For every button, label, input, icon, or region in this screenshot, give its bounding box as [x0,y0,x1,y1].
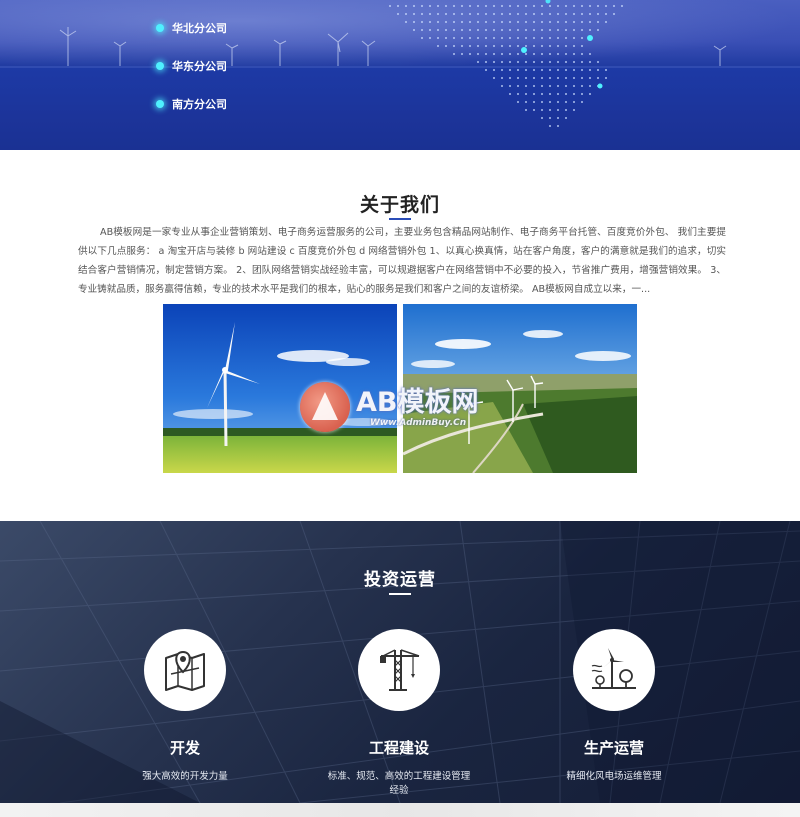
card-subtitle: 标准、规范、高效的工程建设管理经验 [327,771,471,796]
about-section: 关于我们 AB模板网是一家专业从事企业营销策划、电子商务运营服务的公司，主要业务… [0,150,800,521]
card-operation[interactable]: 生产运营 精细化风电场运维管理 [539,629,689,782]
wind-farm-photo-right[interactable] [403,304,637,473]
branch-label: 南方分公司 [172,98,227,111]
wind-turbine-photo-left[interactable] [163,304,397,473]
glow-dot-icon [156,62,164,70]
about-description[interactable]: AB模板网是一家专业从事企业营销策划、电子商务运营服务的公司，主要业务包含精品网… [78,223,726,299]
card-subtitle: 强大高效的开发力量 [142,771,228,782]
section-title: 投资运营 [364,570,436,590]
branch-label: 华北分公司 [172,22,227,35]
tower-crane-icon [380,649,420,691]
banner-decoration [0,0,800,127]
section-title: 关于我们 [359,194,440,216]
card-title: 开发 [169,739,200,757]
glow-dot-icon [156,100,164,108]
map-pin-icon [165,650,205,691]
card-title: 生产运营 [583,739,644,757]
title-underline [389,218,411,220]
next-section-edge [0,803,800,817]
glow-dot-icon [156,24,164,32]
card-development[interactable]: 开发 强大高效的开发力量 [110,629,260,782]
wind-turbine-icon [591,648,636,689]
branch-list: 华北分公司 华东分公司 南方分公司 [156,9,227,123]
branch-item-east[interactable]: 华东分公司 [156,47,227,85]
card-title: 工程建设 [368,739,429,757]
icon-circle [144,629,226,711]
branch-item-north[interactable]: 华北分公司 [156,9,227,47]
icon-circle [358,629,440,711]
icon-circle [573,629,655,711]
branch-label: 华东分公司 [172,60,227,73]
title-underline [389,593,411,595]
card-subtitle: 精细化风电场运维管理 [566,771,662,782]
card-construction[interactable]: 工程建设 标准、规范、高效的工程建设管理经验 [324,629,474,796]
branch-item-south[interactable]: 南方分公司 [156,85,227,123]
top-banner: 华北分公司 华东分公司 南方分公司 [0,0,800,150]
invest-section: 投资运营 开发 强大高效的开发力量 工程建设 标准、规范、高效的工程建设管理经验… [0,521,800,803]
